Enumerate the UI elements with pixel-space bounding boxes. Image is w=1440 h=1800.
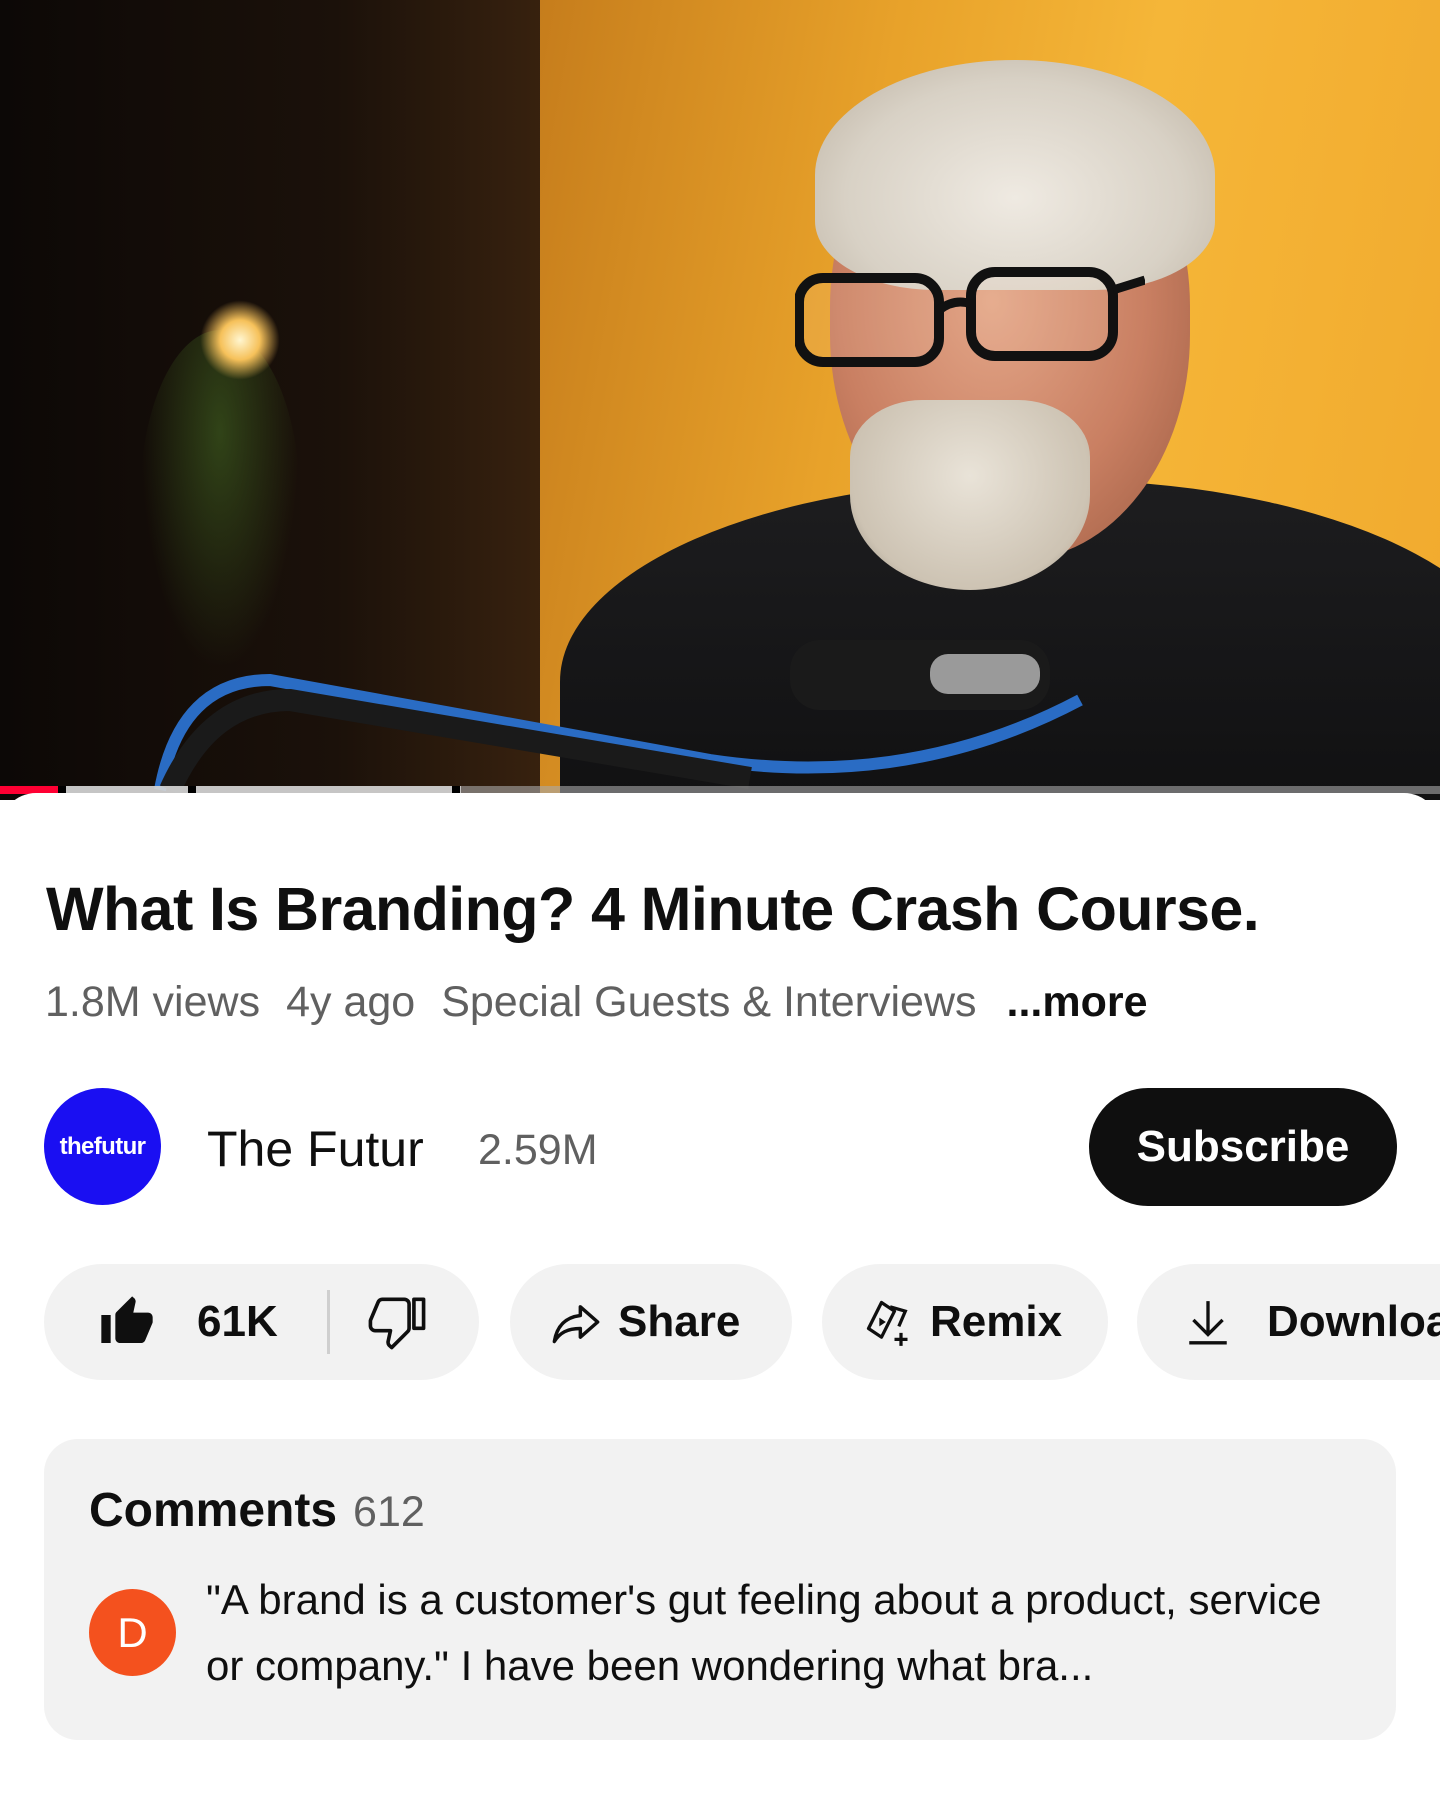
comments-panel[interactable]: Comments 612 D "A brand is a customer's … bbox=[44, 1439, 1396, 1740]
video-title: What Is Branding? 4 Minute Crash Course. bbox=[46, 875, 1260, 943]
top-comment-text: "A brand is a customer's gut feeling abo… bbox=[206, 1576, 1322, 1689]
channel-name[interactable]: The Futur bbox=[207, 1120, 424, 1178]
share-label: Share bbox=[618, 1297, 741, 1346]
video-player[interactable] bbox=[0, 0, 1440, 800]
remix-button[interactable]: Remix bbox=[822, 1264, 1108, 1380]
like-divider bbox=[327, 1290, 330, 1354]
comments-header: Comments 612 bbox=[89, 1483, 425, 1538]
more-button[interactable]: ...more bbox=[1007, 978, 1148, 1027]
channel-row: thefutur The Futur 2.59M Subscribe bbox=[44, 1088, 1397, 1206]
remix-label: Remix bbox=[930, 1297, 1063, 1346]
channel-avatar-logo: thefutur bbox=[59, 1132, 146, 1160]
thumbs-down-icon[interactable] bbox=[368, 1292, 426, 1350]
subscriber-count: 2.59M bbox=[478, 1126, 598, 1174]
download-button[interactable]: Downloa bbox=[1137, 1264, 1440, 1380]
remix-icon bbox=[866, 1300, 908, 1346]
video-speaker-hair bbox=[815, 60, 1215, 290]
subscribe-button[interactable]: Subscribe bbox=[1089, 1088, 1397, 1206]
download-icon bbox=[1189, 1301, 1227, 1345]
view-count: 1.8M views bbox=[45, 977, 261, 1026]
like-dislike-pill: 61K bbox=[44, 1264, 479, 1380]
video-metadata[interactable]: 1.8M views 4y ago Special Guests & Inter… bbox=[45, 976, 1174, 1028]
video-microphone-arm bbox=[154, 640, 1083, 795]
share-button[interactable]: Share bbox=[510, 1264, 792, 1380]
video-plant bbox=[140, 330, 300, 670]
like-button[interactable]: 61K bbox=[99, 1294, 278, 1350]
comments-title: Comments bbox=[89, 1484, 338, 1537]
comments-count: 612 bbox=[353, 1488, 425, 1536]
video-lamp-light bbox=[200, 300, 280, 380]
commenter-avatar: D bbox=[89, 1589, 176, 1676]
video-speaker-glasses bbox=[795, 267, 1145, 367]
video-speaker-beard bbox=[850, 400, 1090, 590]
like-count: 61K bbox=[197, 1297, 278, 1346]
playlist-name: Special Guests & Interviews bbox=[441, 977, 977, 1026]
channel-avatar[interactable]: thefutur bbox=[44, 1088, 161, 1205]
action-bar: 61K Share Remix Downloa bbox=[44, 1264, 1440, 1380]
upload-age: 4y ago bbox=[286, 977, 416, 1026]
download-label: Downloa bbox=[1267, 1297, 1440, 1346]
share-arrow-icon bbox=[552, 1305, 600, 1344]
thumbs-up-icon bbox=[101, 1296, 153, 1343]
